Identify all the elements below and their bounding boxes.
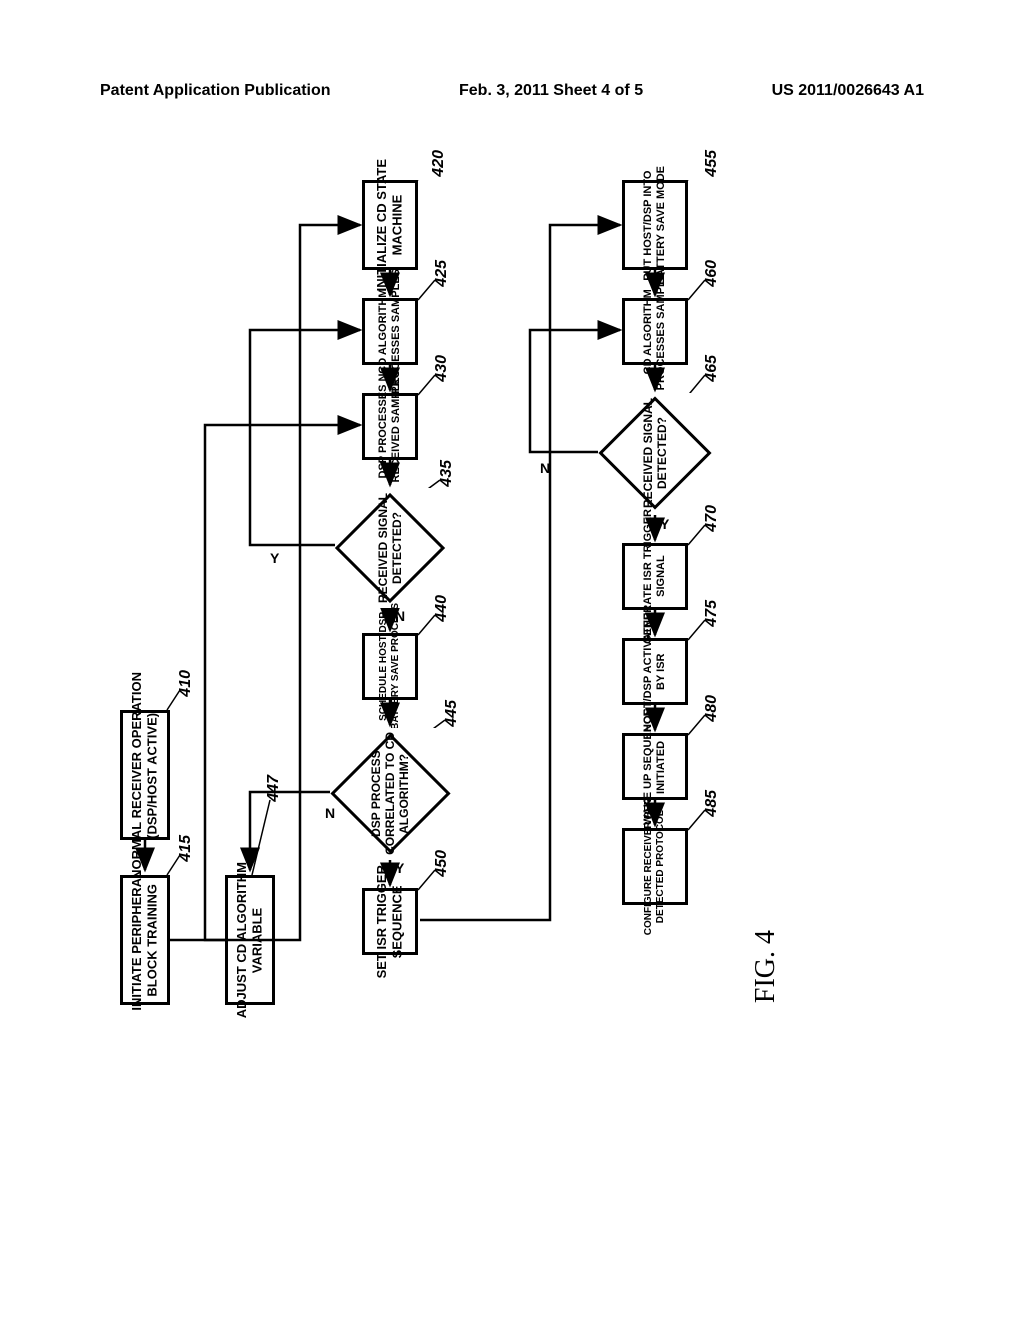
- box-410-text: NORMAL RECEIVER OPERATION(DSP/HOST ACTIV…: [129, 672, 160, 879]
- box-485: CONFIGURE RECEIVER PERDETECTED PROTOCOL: [622, 828, 688, 905]
- diamond-435: RECEIVED SIGNALDETECTED?: [335, 488, 445, 608]
- header-left: Patent Application Publication: [100, 82, 331, 100]
- diamond-465: RECEIVED SIGNALDETECTED?: [598, 393, 712, 513]
- box-410: NORMAL RECEIVER OPERATION(DSP/HOST ACTIV…: [120, 710, 170, 840]
- box-440: SCHEDULE HOST/DSPBATTERY SAVE PROCESS: [362, 633, 418, 700]
- box-447: ADJUST CD ALGORITHMVARIABLE: [225, 875, 275, 1005]
- box-440-text: SCHEDULE HOST/DSPBATTERY SAVE PROCESS: [378, 603, 402, 730]
- diamond-445: DSP PROCESSCORRELATED TO CDALGORITHM?: [330, 728, 450, 858]
- box-450-text: SET ISR TRIGGERSEQUENCE: [374, 865, 405, 978]
- box-485-text: CONFIGURE RECEIVER PERDETECTED PROTOCOL: [643, 798, 667, 935]
- ref-420: 420: [430, 150, 448, 177]
- box-415: INITIATE PERIPHERALBLOCK TRAINING: [120, 875, 170, 1005]
- label-465-n: N: [540, 460, 550, 476]
- ref-435: 435: [438, 460, 456, 487]
- box-460: CD ALGORITHMPROCESSES SAMPLE: [622, 298, 688, 365]
- label-445-n: N: [325, 805, 335, 821]
- ref-485: 485: [703, 790, 721, 817]
- ref-465: 465: [703, 355, 721, 382]
- ref-470: 470: [703, 505, 721, 532]
- ref-455: 455: [703, 150, 721, 177]
- box-430-text: DSP PROCESSES NRECEIVED SAMPLES: [377, 370, 403, 482]
- ref-425: 425: [433, 260, 451, 287]
- box-455-text: PUT HOST/DSP INTOBATTERY SAVE MODE: [642, 166, 668, 285]
- box-480: WAKE UP SEQUENCEINITIATED: [622, 733, 688, 800]
- box-420: INITIALIZE CD STATEMACHINE: [362, 180, 418, 270]
- ref-460: 460: [703, 260, 721, 287]
- box-447-text: ADJUST CD ALGORITHMVARIABLE: [234, 862, 265, 1018]
- diamond-445-text: DSP PROCESSCORRELATED TO CDALGORITHM?: [369, 732, 411, 855]
- box-430: DSP PROCESSES NRECEIVED SAMPLES: [362, 393, 418, 460]
- ref-447: 447: [265, 775, 283, 802]
- header-center: Feb. 3, 2011 Sheet 4 of 5: [459, 82, 643, 100]
- header-right: US 2011/0026643 A1: [772, 82, 924, 100]
- ref-475: 475: [703, 600, 721, 627]
- label-435-y: Y: [270, 550, 279, 566]
- box-450: SET ISR TRIGGERSEQUENCE: [362, 888, 418, 955]
- box-470: GENERATE ISR TRIGGERSIGNAL: [622, 543, 688, 610]
- ref-440: 440: [433, 595, 451, 622]
- diamond-435-text: RECEIVED SIGNALDETECTED?: [376, 493, 404, 603]
- box-425: CD ALGORITHMPROCESSES SAMPLES: [362, 298, 418, 365]
- ref-410: 410: [177, 670, 195, 697]
- ref-415: 415: [177, 835, 195, 862]
- box-455: PUT HOST/DSP INTOBATTERY SAVE MODE: [622, 180, 688, 270]
- diamond-465-text: RECEIVED SIGNALDETECTED?: [641, 398, 669, 508]
- box-460-text: CD ALGORITHMPROCESSES SAMPLE: [642, 273, 668, 390]
- ref-430: 430: [433, 355, 451, 382]
- ref-480: 480: [703, 695, 721, 722]
- box-415-text: INITIATE PERIPHERALBLOCK TRAINING: [129, 870, 160, 1011]
- figure-label: FIG. 4: [750, 930, 782, 1003]
- ref-450: 450: [433, 850, 451, 877]
- box-475: HOST/DSP ACTIVATEDBY ISR: [622, 638, 688, 705]
- figure-4: NORMAL RECEIVER OPERATION(DSP/HOST ACTIV…: [100, 180, 900, 1100]
- ref-445: 445: [443, 700, 461, 727]
